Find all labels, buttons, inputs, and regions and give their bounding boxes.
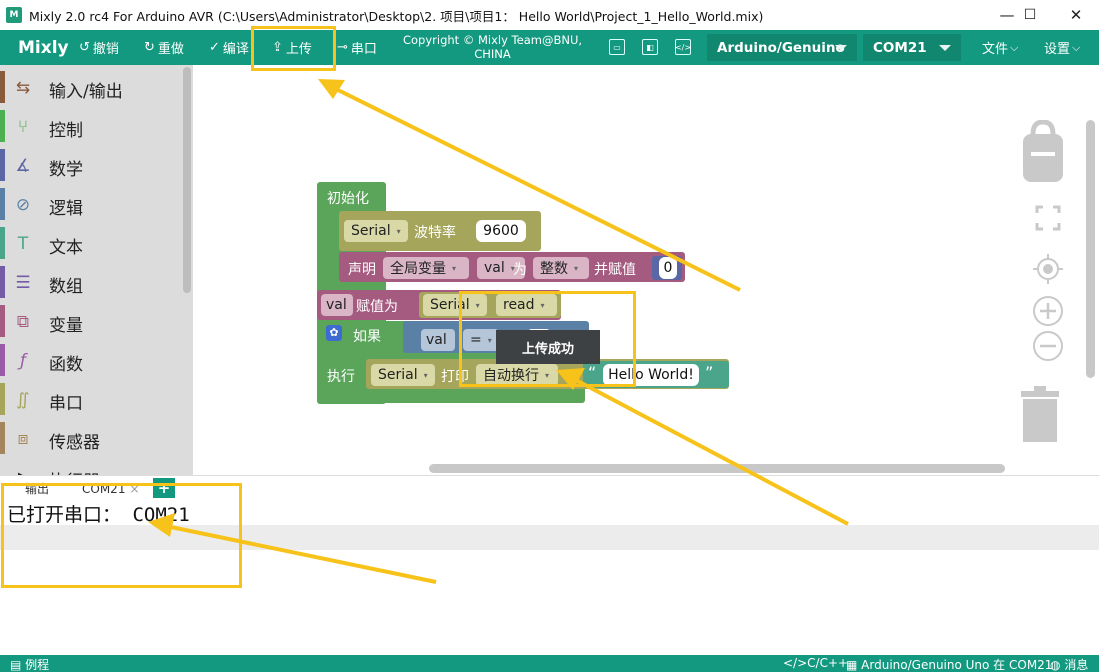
arrow-to-toast [571, 376, 849, 526]
arrow-to-serial [165, 524, 437, 584]
arrowhead-serial [148, 513, 175, 537]
arrowhead-upload [318, 79, 345, 99]
arrowhead-toast [556, 368, 585, 390]
arrow-to-upload [333, 86, 741, 292]
annotation-arrows [148, 79, 849, 584]
